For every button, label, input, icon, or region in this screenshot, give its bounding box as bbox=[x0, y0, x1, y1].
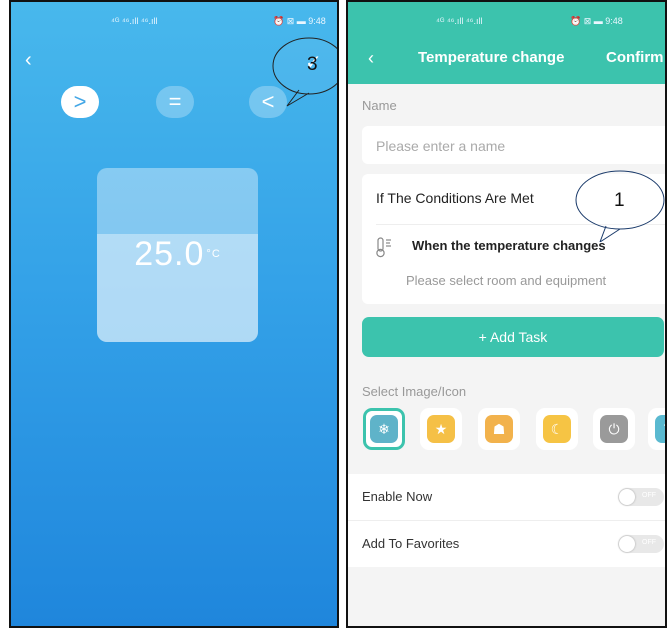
equal-button[interactable]: = bbox=[156, 86, 194, 118]
equal-label: = bbox=[168, 89, 182, 114]
annotation-number-3: 3 bbox=[307, 54, 318, 75]
name-label: Name bbox=[362, 98, 397, 113]
right-phone-screen: ⁴ᴳ ⁴⁶.ıll ⁴⁶.ıll ⏰ ⊠ ▬ 9:48 ‹ Temperatur… bbox=[346, 0, 667, 628]
app-header: ⁴ᴳ ⁴⁶.ıll ⁴⁶.ıll ⏰ ⊠ ▬ 9:48 ‹ Temperatur… bbox=[348, 2, 665, 84]
temperature-slider[interactable]: 25.0 °C bbox=[97, 168, 258, 342]
enable-now-row: Enable Now OFF bbox=[348, 474, 665, 521]
add-task-label: + Add Task bbox=[478, 329, 548, 345]
toggle-state: OFF bbox=[642, 492, 656, 499]
add-favorites-toggle[interactable]: OFF bbox=[618, 535, 664, 553]
status-time: ⏰ ⊠ ▬ 9:48 bbox=[570, 16, 623, 26]
annotation-bubble-3 bbox=[272, 37, 337, 107]
icon-option-5[interactable]: ⏻ bbox=[593, 408, 635, 450]
icon-option-6[interactable]: ↻ bbox=[648, 408, 665, 450]
home-star-icon: ★ bbox=[427, 415, 455, 443]
power-icon: ⏻ bbox=[600, 415, 628, 443]
greater-than-button[interactable]: > bbox=[61, 86, 99, 118]
status-signal: ⁴ᴳ ⁴⁶.ıll ⁴⁶.ıll bbox=[436, 16, 483, 26]
temperature-unit: °C bbox=[206, 248, 221, 260]
add-task-button[interactable]: + Add Task bbox=[362, 317, 664, 357]
toggle-state: OFF bbox=[642, 539, 656, 546]
temperature-readout: 25.0 °C bbox=[97, 235, 258, 274]
home-person-icon: ☗ bbox=[485, 415, 513, 443]
icon-option-3[interactable]: ☗ bbox=[478, 408, 520, 450]
back-button[interactable]: ‹ bbox=[368, 48, 374, 69]
temperature-value: 25.0 bbox=[134, 235, 205, 273]
add-favorites-row: Add To Favorites OFF bbox=[348, 521, 665, 567]
select-image-label: Select Image/Icon bbox=[362, 384, 467, 399]
thermometer-icon bbox=[376, 237, 391, 258]
add-favorites-label: Add To Favorites bbox=[362, 536, 460, 551]
toggle-knob bbox=[619, 536, 635, 552]
condition-hint: Please select room and equipment bbox=[406, 273, 607, 288]
icon-option-4[interactable]: ☾ bbox=[536, 408, 578, 450]
toggle-knob bbox=[619, 489, 635, 505]
moon-icon: ☾ bbox=[543, 415, 571, 443]
icon-option-2[interactable]: ★ bbox=[420, 408, 462, 450]
confirm-button[interactable]: Confirm bbox=[606, 49, 664, 66]
status-signal: ⁴ᴳ ⁴⁶.ıll ⁴⁶.ıll bbox=[111, 16, 158, 26]
greater-than-label: > bbox=[73, 89, 87, 114]
page-title: Temperature change bbox=[418, 49, 565, 66]
back-button[interactable]: ‹ bbox=[25, 50, 32, 70]
home-snowflake-icon: ❄ bbox=[370, 415, 398, 443]
refresh-icon: ↻ bbox=[655, 415, 665, 443]
conditions-title: If The Conditions Are Met bbox=[376, 190, 534, 206]
name-input[interactable]: Please enter a name bbox=[362, 126, 665, 164]
annotation-number-1: 1 bbox=[614, 190, 625, 211]
enable-now-toggle[interactable]: OFF bbox=[618, 488, 664, 506]
enable-now-label: Enable Now bbox=[362, 489, 433, 504]
name-placeholder: Please enter a name bbox=[376, 138, 506, 154]
icon-option-1[interactable]: ❄ bbox=[363, 408, 405, 450]
status-time: ⏰ ⊠ ▬ 9:48 bbox=[273, 16, 326, 26]
left-phone-screen: ⁴ᴳ ⁴⁶.ıll ⁴⁶.ıll ⏰ ⊠ ▬ 9:48 ‹ > = < ✓ 25… bbox=[9, 0, 339, 628]
